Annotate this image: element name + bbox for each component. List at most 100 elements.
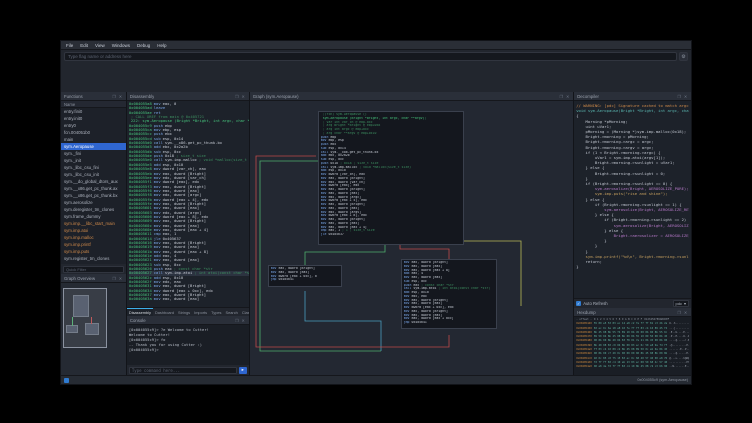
bottom-tab[interactable]: Dashboard <box>153 308 176 316</box>
function-row[interactable]: sym.imp.printf <box>61 241 126 248</box>
function-row[interactable]: entry0 <box>61 122 126 129</box>
auto-refresh-label: Auto Refresh <box>583 301 607 306</box>
float-icon[interactable]: ❐ <box>560 95 564 99</box>
float-icon[interactable]: ❐ <box>677 311 681 315</box>
graph-overview-canvas[interactable] <box>61 283 126 375</box>
function-row[interactable]: sym.imp.atoi <box>61 227 126 234</box>
function-row[interactable]: sym.aerosolize <box>61 199 126 206</box>
graph-node-line: jle0x405637 <box>321 233 461 237</box>
bottom-tab[interactable]: Types <box>209 308 223 316</box>
graph-node-false[interactable]: moveax, dword [Bright]moveax, dword [eax… <box>401 259 497 329</box>
function-row[interactable]: sym.deregister_tm_clones <box>61 206 126 213</box>
bottom-tab[interactable]: Classes <box>240 308 249 316</box>
decompiler-code-view[interactable]: // WARNING: [pdc] Signature cached to ma… <box>574 101 691 298</box>
console-run-icon[interactable]: ▸ <box>239 367 247 374</box>
bottom-tab[interactable]: Imports <box>192 308 209 316</box>
console-line: [0x004055c9]> <box>129 347 247 352</box>
function-row[interactable]: sym._libc_csu_init <box>61 171 126 178</box>
decompiler-select-value: pdc <box>676 301 682 306</box>
function-row[interactable]: main <box>61 136 126 143</box>
graph-node-true[interactable]: moveax, dword [Bright]moveax, dword [eax… <box>268 265 342 287</box>
close-icon[interactable]: ✕ <box>242 95 246 99</box>
menu-item[interactable]: File <box>66 43 73 48</box>
disassembly-line[interactable]: 0x0040563amoveax, dword [eax] <box>129 297 249 301</box>
float-icon[interactable]: ❐ <box>112 277 116 281</box>
function-row[interactable]: sym.imp.malloc <box>61 234 126 241</box>
functions-panel-title: Functions <box>64 94 83 99</box>
console-panel-header[interactable]: Console ❐ ✕ <box>127 316 249 325</box>
graph-canvas[interactable]: ;(fcn) sym.Aeropause () sym.Aeropause (B… <box>250 101 573 375</box>
function-row[interactable]: sym.Aeropause <box>61 143 126 150</box>
console-toggle-icon[interactable] <box>64 378 69 383</box>
function-row[interactable]: sym._libc_csu_fini <box>61 164 126 171</box>
function-row[interactable]: sym.__x86.get_pc_thunk.bx <box>61 192 126 199</box>
desktop: File Edit View Windows Debug Help ⚙ Functions… <box>0 0 752 423</box>
float-icon[interactable]: ❐ <box>112 95 116 99</box>
function-row[interactable]: sym.__x86.get_pc_thunk.ax <box>61 185 126 192</box>
disassembly-view[interactable]: 0x004055a8moveax, 0 0x004055adleave 0x00… <box>127 101 249 307</box>
console-panel-title: Console <box>130 318 146 323</box>
console-input[interactable] <box>129 367 237 374</box>
decompiler-panel-title: Decompiler <box>577 94 599 99</box>
auto-refresh-checkbox[interactable]: ✓ <box>576 301 581 306</box>
graph-panel-title: Graph (sym.Aeropause) <box>253 94 299 99</box>
menu-item[interactable]: Help <box>157 43 166 48</box>
disassembly-panel-header[interactable]: Disassembly ❐ ✕ <box>127 92 249 101</box>
console-output[interactable]: [0x004055c9]> ?e Welcome to Cutter!Welco… <box>127 325 249 365</box>
function-row[interactable]: sym.__do_global_dtors_aux <box>61 178 126 185</box>
close-icon[interactable]: ✕ <box>119 277 123 281</box>
menu-bar: File Edit View Windows Debug Help <box>61 41 691 50</box>
hexdump-view[interactable]: - offset - 0 1 2 3 4 5 6 7 8 9 A B C D E… <box>574 317 691 375</box>
function-row[interactable]: fcn.004051b0 <box>61 129 126 136</box>
close-icon[interactable]: ✕ <box>684 95 688 99</box>
search-input[interactable] <box>64 52 677 61</box>
function-row[interactable]: sym.imp.puts <box>61 248 126 255</box>
main-area: Functions ❐ ✕ Name entry.fini0entry.init… <box>61 92 691 375</box>
close-icon[interactable]: ✕ <box>684 311 688 315</box>
float-icon[interactable]: ❐ <box>677 95 681 99</box>
graph-node-entry[interactable]: ;(fcn) sym.Aeropause () sym.Aeropause (B… <box>318 111 464 245</box>
function-row[interactable]: entry.init0 <box>61 115 126 122</box>
hexdump-panel-header[interactable]: Hexdump ❐ ✕ <box>574 308 691 317</box>
float-icon[interactable]: ❐ <box>235 95 239 99</box>
close-icon[interactable]: ✕ <box>566 95 570 99</box>
quick-filter-input[interactable] <box>63 266 124 273</box>
hexdump-panel-title: Hexdump <box>577 310 595 315</box>
disassembly-panel: Disassembly ❐ ✕ 0x004055a8moveax, 0 0x00… <box>127 92 250 375</box>
decompiler-panel-header[interactable]: Decompiler ❐ ✕ <box>574 92 691 101</box>
menu-item[interactable]: Edit <box>80 43 88 48</box>
decompiler-select[interactable]: pdc ▾ <box>673 300 689 307</box>
settings-gear-icon[interactable]: ⚙ <box>679 52 688 61</box>
function-row[interactable]: sym._fini <box>61 150 126 157</box>
functions-column-header[interactable]: Name <box>61 101 126 108</box>
hexdump-rows: 0x0040544055 89 e5 53 83 ec 14 e8 c2 fe … <box>576 322 689 369</box>
bottom-tab[interactable]: Search <box>223 308 239 316</box>
float-icon[interactable]: ❐ <box>235 319 239 323</box>
graph-overview-title: Graph Overview <box>64 276 95 281</box>
graph-node-line: jmp0x405641 <box>271 278 339 282</box>
functions-panel: Functions ❐ ✕ Name entry.fini0entry.init… <box>61 92 127 375</box>
close-icon[interactable]: ✕ <box>242 319 246 323</box>
menu-item[interactable]: Debug <box>137 43 150 48</box>
graph-panel: Graph (sym.Aeropause) ❐ ✕ ;(fcn) sym.A <box>250 92 574 375</box>
graph-overview-panel-header[interactable]: Graph Overview ❐ ✕ <box>61 274 126 283</box>
bottom-tab[interactable]: Disassembly <box>127 308 153 316</box>
menu-item[interactable]: Windows <box>112 43 130 48</box>
hexdump-row[interactable]: 0x004054e000 e8 4e fd ff ff 83 c4 10 8b … <box>576 365 689 369</box>
decompiler-line: if (Bright->morning->sunlight == 2) { <box>576 217 689 222</box>
quick-filter-row <box>61 264 126 274</box>
function-row[interactable]: sym.frame_dummy <box>61 213 126 220</box>
functions-panel-header[interactable]: Functions ❐ ✕ <box>61 92 126 101</box>
graph-panel-header[interactable]: Graph (sym.Aeropause) ❐ ✕ <box>250 92 573 101</box>
function-row[interactable]: sym._init <box>61 157 126 164</box>
graph-node-line: jmp0x405641 <box>404 321 494 325</box>
function-row[interactable]: entry.fini0 <box>61 108 126 115</box>
close-icon[interactable]: ✕ <box>119 95 123 99</box>
functions-list: entry.fini0entry.init0entry0fcn.004051b0… <box>61 108 126 264</box>
function-row[interactable]: sym.imp.__libc_start_main <box>61 220 126 227</box>
bottom-tab[interactable]: Strings <box>176 308 192 316</box>
menu-item[interactable]: View <box>95 43 105 48</box>
edge-true-branch <box>305 245 385 265</box>
function-row[interactable]: sym.register_tm_clones <box>61 255 126 262</box>
overview-viewport[interactable] <box>63 288 107 348</box>
